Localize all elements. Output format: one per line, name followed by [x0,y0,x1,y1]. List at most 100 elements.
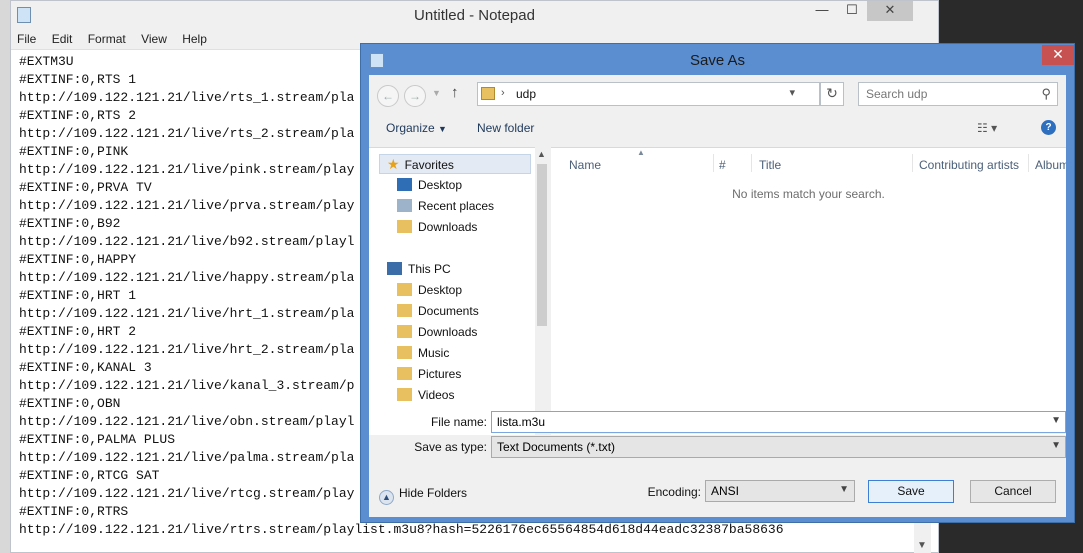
refresh-icon[interactable]: ↻ [820,82,844,106]
desktop-icon [397,178,412,191]
folder-icon [481,87,495,100]
notepad-title: Untitled - Notepad [414,7,535,24]
recent-locations-chevron-icon[interactable]: ▼ [432,88,441,98]
hide-folders-button[interactable]: ▲ Hide Folders [379,486,467,505]
empty-message: No items match your search. [732,187,885,201]
folder-icon [397,283,412,296]
close-icon[interactable]: ✕ [867,1,913,21]
dialog-title: Save As [689,52,746,69]
documents-folder-icon [397,304,412,317]
organize-dropdown-icon: ▼ [438,124,447,134]
minimize-icon[interactable]: — [807,1,837,21]
computer-icon [387,262,402,275]
nav-item-label: Downloads [418,325,478,339]
sort-ascending-icon: ▲ [637,148,645,157]
notepad-title-bar[interactable]: Untitled - Notepad — ☐ ✕ [11,1,938,30]
nav-fav-recent-places[interactable]: Recent places [397,196,494,216]
nav-item-label: Recent places [418,199,495,213]
menu-edit[interactable]: Edit [46,30,79,48]
recent-places-icon [397,199,412,212]
dialog-body: ← → ▼ ↑ › udp ▾ ↻ Search udp ⚲ Organize … [369,75,1066,517]
address-bar[interactable]: › udp ▾ [477,82,820,106]
nav-this-pc-label: This PC [408,262,451,276]
nav-pc-pictures[interactable]: Pictures [397,364,461,384]
hide-folders-label: Hide Folders [399,486,468,500]
organize-label: Organize [386,121,435,135]
search-input[interactable]: Search udp ⚲ [858,82,1058,106]
column-number[interactable]: # [719,158,726,172]
star-icon: ★ [387,156,400,172]
nav-pc-documents[interactable]: Documents [397,301,479,321]
nav-favorites-label: Favorites [404,158,454,172]
encoding-value: ANSI [711,484,740,498]
search-placeholder: Search udp [866,87,928,101]
navigation-pane: ★ Favorites Desktop Recent places Downloa… [369,147,549,435]
cancel-button[interactable]: Cancel [970,480,1056,503]
nav-item-label: Documents [418,304,479,318]
nav-fav-desktop[interactable]: Desktop [397,175,462,195]
save-as-type-dropdown-icon[interactable]: ▼ [1051,440,1061,451]
help-icon[interactable]: ? [1041,120,1056,135]
dialog-close-icon[interactable]: ✕ [1042,45,1074,65]
nav-item-label: Pictures [418,367,462,381]
organize-button[interactable]: Organize ▼ [386,121,447,135]
nav-this-pc[interactable]: This PC [387,259,451,279]
breadcrumb-udp[interactable]: udp [516,87,536,101]
column-title[interactable]: Title [759,158,781,172]
dialog-title-bar[interactable]: Save As ✕ [361,44,1074,76]
file-name-label: File name: [430,415,487,429]
column-contributing-artists[interactable]: Contributing artists [919,158,1019,172]
save-as-dialog: Save As ✕ ← → ▼ ↑ › udp ▾ ↻ Search udp ⚲… [360,43,1075,523]
downloads-folder-icon [397,220,412,233]
file-list: Name ▲ # Title Contributing artists Albu… [551,147,1066,435]
column-separator [912,154,913,172]
save-button[interactable]: Save [868,480,954,503]
new-folder-button[interactable]: New folder [477,121,534,135]
nav-scroll-thumb[interactable] [537,164,547,326]
breadcrumb-chevron-icon[interactable]: › [501,87,505,99]
nav-item-label: Desktop [418,178,463,192]
back-arrow-icon[interactable]: ← [377,85,399,107]
save-as-type-select[interactable]: Text Documents (*.txt) ▼ [491,436,1066,458]
menu-help[interactable]: Help [176,30,213,48]
nav-pc-desktop[interactable]: Desktop [397,280,462,300]
pictures-folder-icon [397,367,412,380]
menu-file[interactable]: File [11,30,42,48]
file-name-dropdown-icon[interactable]: ▼ [1051,415,1061,426]
nav-item-label: Downloads [418,220,478,234]
nav-pc-music[interactable]: Music [397,343,449,363]
nav-item-label: Music [418,346,450,360]
scroll-up-icon[interactable]: ▲ [537,149,546,159]
videos-folder-icon [397,388,412,401]
menu-format[interactable]: Format [82,30,132,48]
column-name[interactable]: Name [569,158,601,172]
nav-item-label: Videos [418,388,455,402]
notepad-text-line: http://109.122.121.21/live/rtrs.stream/p… [19,522,784,537]
up-arrow-icon[interactable]: ↑ [451,84,459,101]
menu-view[interactable]: View [135,30,173,48]
music-folder-icon [397,346,412,359]
encoding-label: Encoding: [647,485,701,499]
search-icon[interactable]: ⚲ [1041,86,1051,102]
forward-arrow-icon[interactable]: → [404,85,426,107]
file-name-value: lista.m3u [497,415,546,429]
downloads-folder-icon [397,325,412,338]
nav-item-label: Desktop [418,283,463,297]
column-separator [1028,154,1029,172]
file-name-input[interactable]: lista.m3u ▼ [491,411,1066,433]
view-options-icon[interactable]: ☷ ▾ [977,121,997,135]
nav-pc-downloads[interactable]: Downloads [397,322,477,342]
address-dropdown-icon[interactable]: ▾ [789,86,795,99]
column-separator [751,154,752,172]
column-separator [713,154,714,172]
nav-favorites[interactable]: ★ Favorites [387,154,454,174]
nav-fav-downloads[interactable]: Downloads [397,217,477,237]
nav-pane-scrollbar[interactable]: ▲ ▼ [535,147,549,435]
dialog-toolbar: Organize ▼ New folder ☷ ▾ ? [369,113,1066,147]
column-album[interactable]: Album [1035,158,1066,172]
nav-pc-videos[interactable]: Videos [397,385,454,405]
encoding-select[interactable]: ANSI ▼ [705,480,855,502]
scroll-down-icon[interactable]: ▼ [917,540,927,551]
maximize-icon[interactable]: ☐ [837,1,867,21]
encoding-dropdown-icon[interactable]: ▼ [839,484,849,495]
